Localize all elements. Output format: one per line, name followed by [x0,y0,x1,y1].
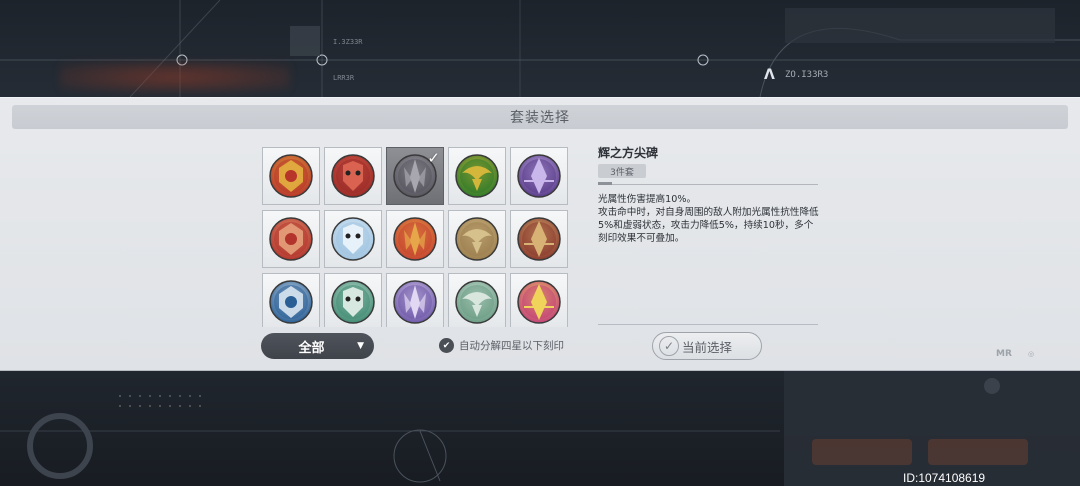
background-button [928,439,1028,465]
background-bottom [0,371,1080,486]
green-horns-icon [331,280,375,324]
set-item[interactable] [324,147,382,205]
checkbox-checked-icon: ✔ [439,338,454,353]
auto-decompose-checkbox[interactable]: ✔ 自动分解四星以下刻印 [439,338,564,353]
studio-logo-icon: ◎ [1028,350,1035,358]
set-item[interactable] [262,210,320,268]
set-grid-scroll[interactable]: ✓ [262,147,570,327]
purple-crystal-icon [517,154,561,198]
modal-title: 套装选择 [12,105,1068,129]
background-code-small: LRR3R [333,74,355,82]
current-select-button[interactable]: ✓ 当前选择 [652,332,762,360]
selected-check-icon: ✓ [427,149,440,167]
brand-logo-icon: MR [996,349,1012,359]
set-item[interactable] [510,147,568,205]
set-item[interactable] [324,210,382,268]
set-selection-modal: 套装选择 ✓ 全部 ▼ ✔ 自动分解四星以下刻印 辉之方尖碑 3件套 光属性伤害… [0,97,1080,371]
set-item[interactable]: ✓ [386,147,444,205]
blue-dragon-icon [269,280,313,324]
dropdown-caret-icon: ▼ [357,341,364,351]
background-code-small: I.3Z33R [333,38,363,46]
set-count-badge: 3件套 [598,164,646,178]
background-lines [0,371,1080,486]
set-name: 辉之方尖碑 [598,146,659,160]
background-top: Λ ZO.I33R3 I.3Z33R LRR3R [0,0,1080,97]
ice-lotus-icon [331,217,375,261]
violet-demon-icon [393,280,437,324]
set-item[interactable] [386,210,444,268]
set-effect-line: 光属性伤害提高10%。 [598,194,697,205]
check-circle-icon: ✓ [659,336,679,356]
background-button [812,439,912,465]
background-glow [60,62,290,92]
background-code: ZO.I33R3 [785,70,829,80]
auto-decompose-label: 自动分解四星以下刻印 [459,340,564,352]
flame-spiral-icon [393,217,437,261]
lion-crest-icon [269,154,313,198]
set-item[interactable] [510,273,568,327]
set-item[interactable] [448,273,506,327]
pink-chalice-icon [517,280,561,324]
filter-dropdown-label: 全部 [298,340,325,356]
watermark-id: ID:1074108619 [903,471,986,485]
divider [598,182,818,185]
set-item[interactable] [262,147,320,205]
set-item[interactable] [448,147,506,205]
set-item[interactable] [262,273,320,327]
red-wing-emblem-icon [269,217,313,261]
set-grid: ✓ [262,147,570,327]
set-effect-line: 攻击命中时，对自身周围的敌人附加光属性抗性降低5%和虚弱状态，攻击力降低5%，持… [598,207,819,244]
set-item[interactable] [324,273,382,327]
set-item[interactable] [448,210,506,268]
jade-infinity-icon [455,280,499,324]
red-oni-mask-icon [331,154,375,198]
filter-dropdown[interactable]: 全部 ▼ [261,333,374,359]
background-logo-icon: Λ [764,67,775,83]
green-phoenix-icon [455,154,499,198]
golden-cross-icon [455,217,499,261]
divider [598,324,818,325]
current-select-label: 当前选择 [681,339,732,355]
ornate-shield-icon [517,217,561,261]
set-description: 光属性伤害提高10%。 攻击命中时，对自身周围的敌人附加光属性抗性降低5%和虚弱… [598,193,820,245]
set-item[interactable] [510,210,568,268]
set-item[interactable] [386,273,444,327]
